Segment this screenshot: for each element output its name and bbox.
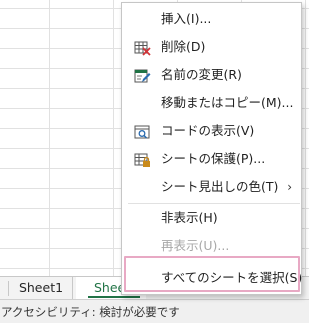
menu-item-hide[interactable]: 非表示(H) — [122, 205, 301, 231]
menu-item-label: 非表示(H) — [161, 210, 218, 225]
sheet-tab-sheet1[interactable]: Sheet1 — [10, 277, 73, 299]
delete-sheet-icon — [134, 39, 151, 56]
menu-item-label: 削除(D) — [161, 39, 206, 54]
menu-item-rename[interactable]: 名前の変更(R) — [122, 62, 301, 88]
protect-sheet-icon — [134, 151, 151, 167]
menu-item-tab-color[interactable]: シート見出しの色(T) › — [122, 174, 301, 200]
menu-item-insert[interactable]: 挿入(I)... — [122, 6, 301, 32]
rename-icon — [134, 67, 151, 83]
menu-item-label: コードの表示(V) — [161, 123, 255, 138]
menu-item-label: 移動またはコピー(M)... — [161, 95, 294, 110]
menu-item-label: シートの保護(P)... — [161, 151, 266, 166]
menu-divider — [128, 203, 300, 204]
menu-item-unhide: 再表示(U)... — [122, 233, 301, 259]
menu-item-move-copy[interactable]: 移動またはコピー(M)... — [122, 90, 301, 116]
menu-item-delete[interactable]: 削除(D) — [122, 34, 301, 60]
menu-item-select-all-sheets[interactable]: すべてのシートを選択(S) — [122, 265, 303, 291]
sheet-context-menu: 挿入(I)... 削除(D) 名前の変更(R) 移動またはコピー(M)... コ… — [121, 2, 302, 295]
menu-item-protect-sheet[interactable]: シートの保護(P)... — [122, 146, 301, 172]
menu-item-label: すべてのシートを選択(S) — [161, 270, 303, 285]
menu-item-label: 挿入(I)... — [161, 11, 212, 26]
submenu-chevron-icon: › — [287, 180, 292, 194]
menu-item-label: シート見出しの色(T) — [161, 179, 279, 194]
menu-item-label: 再表示(U)... — [161, 238, 230, 253]
tab-divider — [8, 281, 9, 296]
menu-item-label: 名前の変更(R) — [161, 67, 242, 82]
view-code-icon — [134, 123, 151, 139]
accessibility-status[interactable]: アクセシビリティ: 検討が必要です — [1, 304, 180, 320]
status-bar: アクセシビリティ: 検討が必要です — [0, 300, 309, 323]
menu-item-view-code[interactable]: コードの表示(V) — [122, 118, 301, 144]
